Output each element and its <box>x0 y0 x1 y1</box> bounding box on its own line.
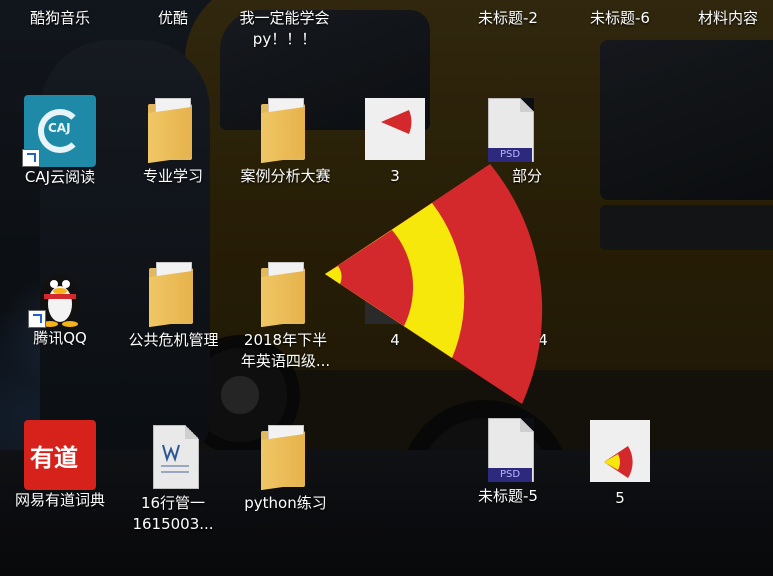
fan-overlay-graphic <box>325 164 543 404</box>
